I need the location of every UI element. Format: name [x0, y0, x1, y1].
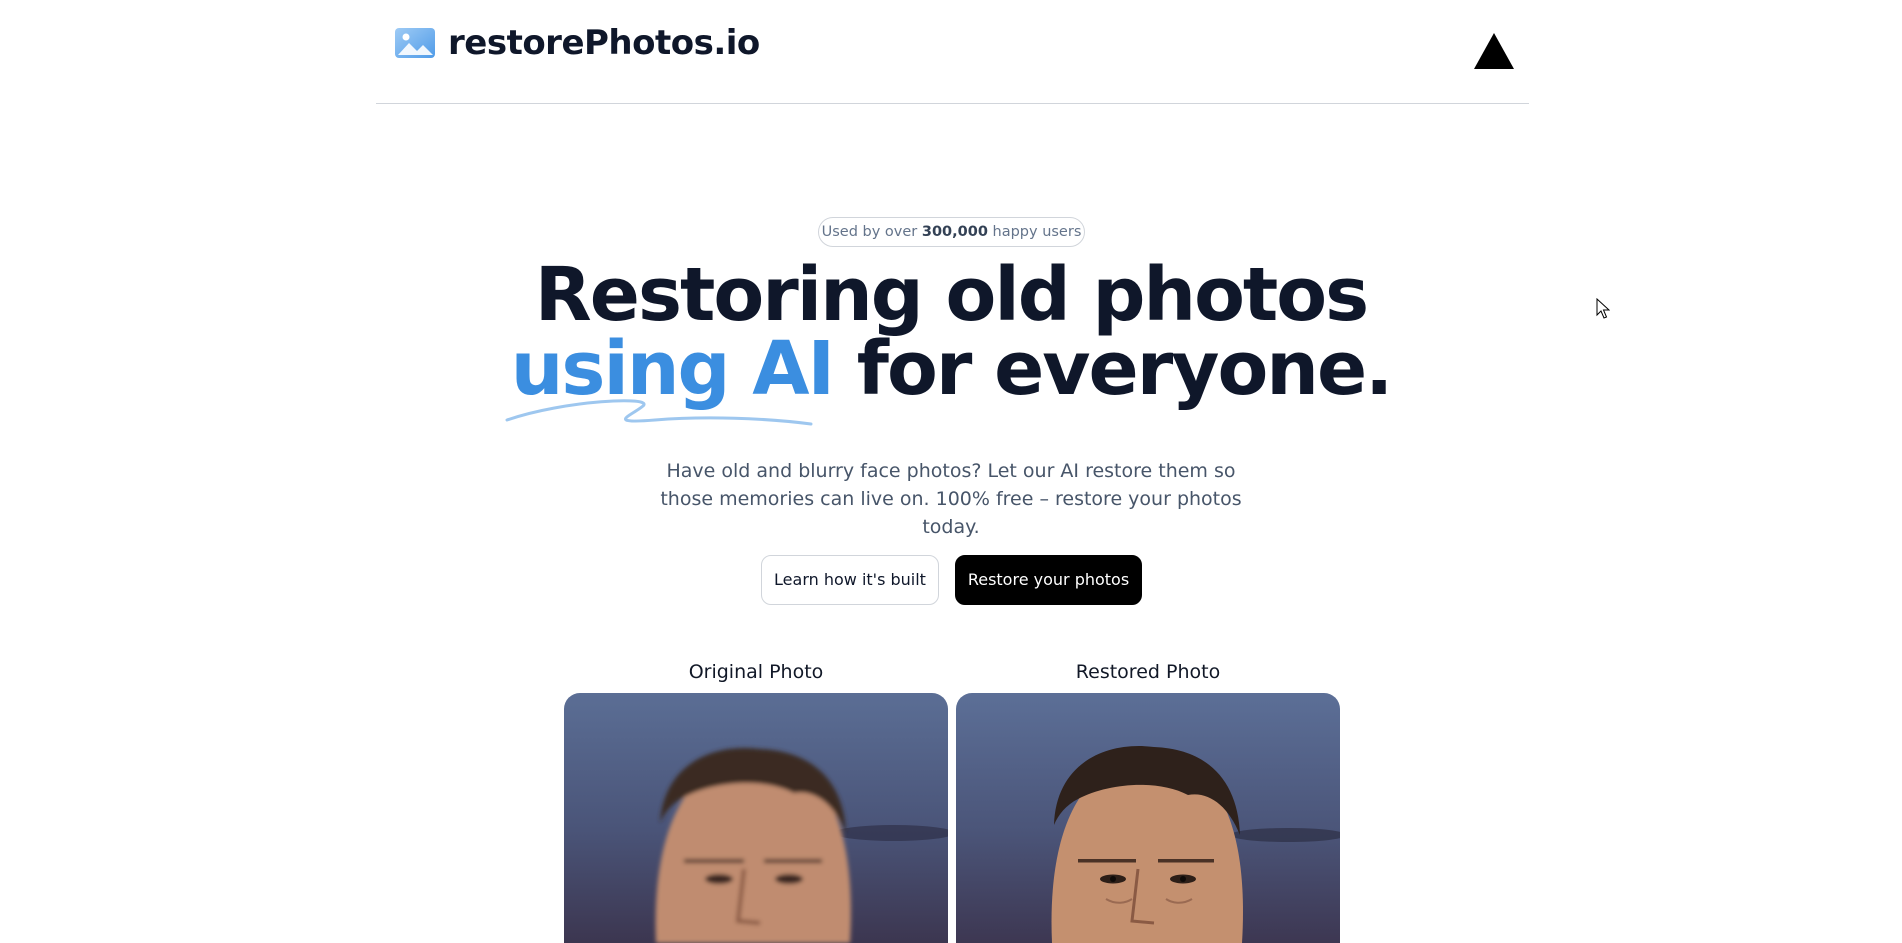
squiggle-underline-icon [505, 399, 813, 426]
hero-headline: Restoring old photos using AI for everyo… [420, 252, 1482, 426]
brand-name: restorePhotos.io [448, 23, 760, 63]
badge-count: 300,000 [921, 224, 988, 240]
vercel-triangle-icon [1474, 33, 1514, 69]
headline-rest: for everyone. [833, 326, 1393, 412]
headline-line-2: using AI for everyone. [420, 332, 1482, 426]
headline-line-1: Restoring old photos [534, 252, 1369, 338]
hero-subtitle: Have old and blurry face photos? Let our… [660, 460, 1242, 538]
badge-suffix: happy users [987, 224, 1082, 240]
restore-photos-button[interactable]: Restore your photos [955, 555, 1142, 605]
mouse-cursor-icon [1596, 298, 1610, 319]
site-header: restorePhotos.io [376, 0, 1529, 104]
restored-photo [956, 693, 1340, 943]
badge-prefix: Used by over [821, 224, 922, 240]
original-photo-image [564, 693, 948, 943]
original-photo [564, 693, 948, 943]
users-badge: Used by over 300,000 happy users [818, 217, 1085, 247]
photo-icon [395, 28, 435, 58]
learn-how-built-button[interactable]: Learn how it's built [761, 555, 939, 605]
brand-link[interactable]: restorePhotos.io [394, 22, 760, 64]
headline-accent-wrap: using AI [505, 332, 835, 426]
restored-photo-image [956, 693, 1340, 943]
vercel-deploy-link[interactable] [1471, 30, 1517, 72]
original-photo-label: Original Photo [688, 661, 824, 683]
restored-photo-label: Restored Photo [1075, 661, 1221, 683]
